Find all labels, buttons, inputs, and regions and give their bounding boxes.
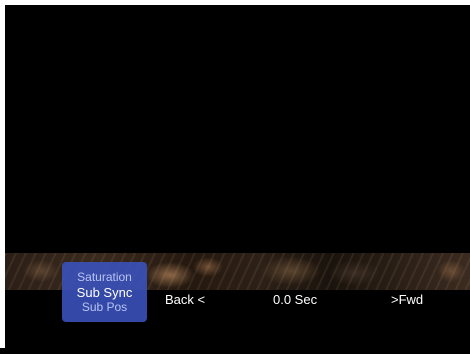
menu-item-sub-sync[interactable]: Sub Sync [77, 285, 133, 300]
settings-menu[interactable]: Saturation Sub Sync Sub Pos [62, 262, 147, 322]
corner-mark [0, 348, 5, 354]
forward-button[interactable]: >Fwd [391, 292, 423, 307]
sync-value: 0.0 Sec [273, 292, 318, 307]
menu-item-saturation[interactable]: Saturation [77, 270, 132, 285]
menu-item-sub-pos[interactable]: Sub Pos [82, 300, 127, 315]
video-screen: Saturation Sub Sync Sub Pos Back < 0.0 S… [5, 5, 470, 354]
back-button[interactable]: Back < [165, 292, 205, 307]
